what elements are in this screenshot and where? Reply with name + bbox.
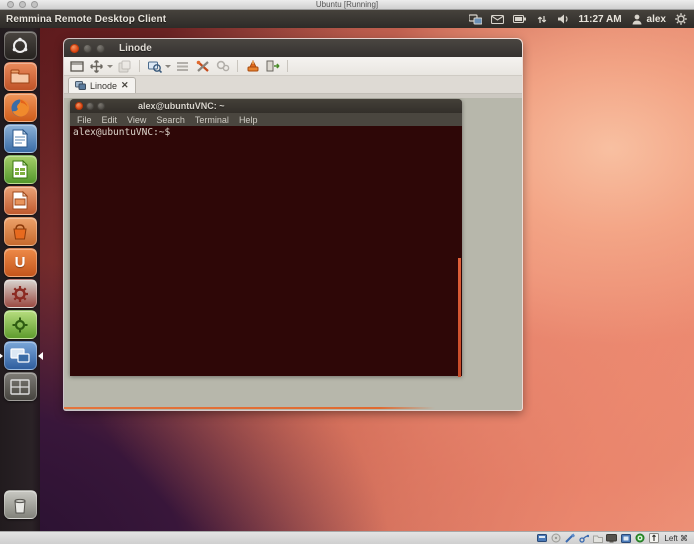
tab-linode[interactable]: Linode ✕ (68, 77, 136, 93)
window-close-button[interactable] (70, 44, 79, 53)
remmina-indicator-icon[interactable] (469, 12, 483, 26)
terminal-window: alex@ubuntuVNC: ~ File Edit View Search … (70, 99, 462, 376)
terminal-content[interactable]: alex@ubuntuVNC:~$ (70, 126, 462, 376)
render-artifact-horizontal (64, 407, 435, 409)
terminal-maximize-button[interactable] (97, 102, 105, 110)
launcher-item-trash[interactable] (4, 490, 37, 519)
menu-view[interactable]: View (127, 115, 146, 125)
shell-prompt: alex@ubuntuVNC:~$ (73, 127, 459, 138)
launcher-item-libreoffice-impress[interactable] (4, 186, 37, 215)
launcher-item-ubuntu-one[interactable]: U (4, 248, 37, 277)
launcher-item-software-updater[interactable] (4, 310, 37, 339)
video-capture-icon[interactable] (620, 533, 631, 543)
window-maximize-button[interactable] (96, 44, 105, 53)
launcher-item-ubuntu-software-center[interactable] (4, 217, 37, 246)
launcher-item-system-settings[interactable] (4, 279, 37, 308)
host-window-titlebar: Ubuntu [Running] (0, 0, 694, 10)
render-artifact-vertical (458, 258, 461, 377)
menu-terminal[interactable]: Terminal (195, 115, 229, 125)
mail-icon[interactable] (491, 12, 505, 26)
menu-search[interactable]: Search (156, 115, 185, 125)
launcher-item-firefox[interactable] (4, 93, 37, 122)
scaled-mode-button[interactable] (116, 59, 133, 74)
unity-launcher: U (0, 28, 40, 531)
optical-drives-icon[interactable] (550, 533, 561, 543)
toolbar-separator (287, 60, 288, 72)
terminal-minimize-button[interactable] (86, 102, 94, 110)
usb-icon[interactable] (578, 533, 589, 543)
remmina-tab-bar: Linode ✕ (64, 76, 522, 94)
preferences-button[interactable] (194, 59, 211, 74)
tab-label: Linode (90, 81, 117, 91)
launcher-item-ubuntu-dash[interactable] (4, 31, 37, 60)
virtualbox-statusbar: Left ⌘ (0, 531, 694, 544)
terminal-titlebar[interactable]: alex@ubuntuVNC: ~ (70, 99, 462, 113)
indicator-area: 11:27 AM alex (469, 12, 688, 26)
ubuntu-top-panel: Remmina Remote Desktop Client 11:27 AM (0, 10, 694, 28)
running-indicator-arrow (0, 352, 3, 360)
menu-file[interactable]: File (77, 115, 92, 125)
terminal-menubar: File Edit View Search Terminal Help (70, 113, 462, 126)
network-icon[interactable] (564, 533, 575, 543)
zoom-button[interactable] (146, 59, 163, 74)
desktop: U Linode (0, 28, 694, 531)
shared-folders-icon[interactable] (592, 533, 603, 543)
network-updown-icon[interactable] (535, 12, 549, 26)
volume-icon[interactable] (557, 12, 571, 26)
zoom-dropdown[interactable] (165, 65, 171, 68)
active-app-title[interactable]: Remmina Remote Desktop Client (6, 14, 166, 25)
mouse-integration-icon[interactable] (648, 533, 659, 543)
remmina-toolbar (64, 57, 522, 76)
window-minimize-button[interactable] (83, 44, 92, 53)
launcher-item-libreoffice-calc[interactable] (4, 155, 37, 184)
focused-indicator-arrow (38, 352, 43, 360)
remote-desktop-icon (75, 81, 86, 90)
hard-disks-icon[interactable] (536, 533, 547, 543)
user-name: alex (647, 14, 666, 25)
launcher-item-workspace-switcher[interactable] (4, 372, 37, 401)
display-icon[interactable] (606, 533, 617, 543)
grab-keyboard-button[interactable] (174, 59, 191, 74)
exit-button[interactable] (264, 59, 281, 74)
launcher-item-home-folder[interactable] (4, 62, 37, 91)
menu-edit[interactable]: Edit (102, 115, 118, 125)
user-menu[interactable]: alex (630, 12, 666, 26)
remmina-window: Linode (64, 39, 522, 410)
host-window-title: Ubuntu [Running] (0, 0, 694, 10)
fit-window-button[interactable] (88, 59, 105, 74)
fullscreen-button[interactable] (68, 59, 85, 74)
battery-icon[interactable] (513, 12, 527, 26)
remmina-titlebar[interactable]: Linode (64, 39, 522, 57)
user-icon (630, 12, 644, 26)
window-title: Linode (119, 43, 152, 54)
clock[interactable]: 11:27 AM (579, 14, 622, 25)
tools-button[interactable] (214, 59, 231, 74)
terminal-close-button[interactable] (75, 102, 83, 110)
host-key-indicator: Left ⌘ (664, 534, 688, 543)
toolbar-separator (237, 60, 238, 72)
launcher-item-libreoffice-writer[interactable] (4, 124, 37, 153)
vnc-viewport[interactable]: alex@ubuntuVNC: ~ File Edit View Search … (64, 98, 522, 410)
virtualbox-vm-window: Ubuntu [Running] Remmina Remote Desktop … (0, 0, 694, 544)
terminal-title: alex@ubuntuVNC: ~ (138, 101, 225, 111)
fit-window-dropdown[interactable] (107, 65, 113, 68)
tab-close-icon[interactable]: ✕ (121, 81, 129, 90)
features-icon[interactable] (634, 533, 645, 543)
disconnect-button[interactable] (244, 59, 261, 74)
ubuntu-one-glyph: U (15, 255, 26, 270)
session-gear-icon[interactable] (674, 12, 688, 26)
launcher-item-remmina[interactable] (4, 341, 37, 370)
menu-help[interactable]: Help (239, 115, 258, 125)
toolbar-separator (139, 60, 140, 72)
